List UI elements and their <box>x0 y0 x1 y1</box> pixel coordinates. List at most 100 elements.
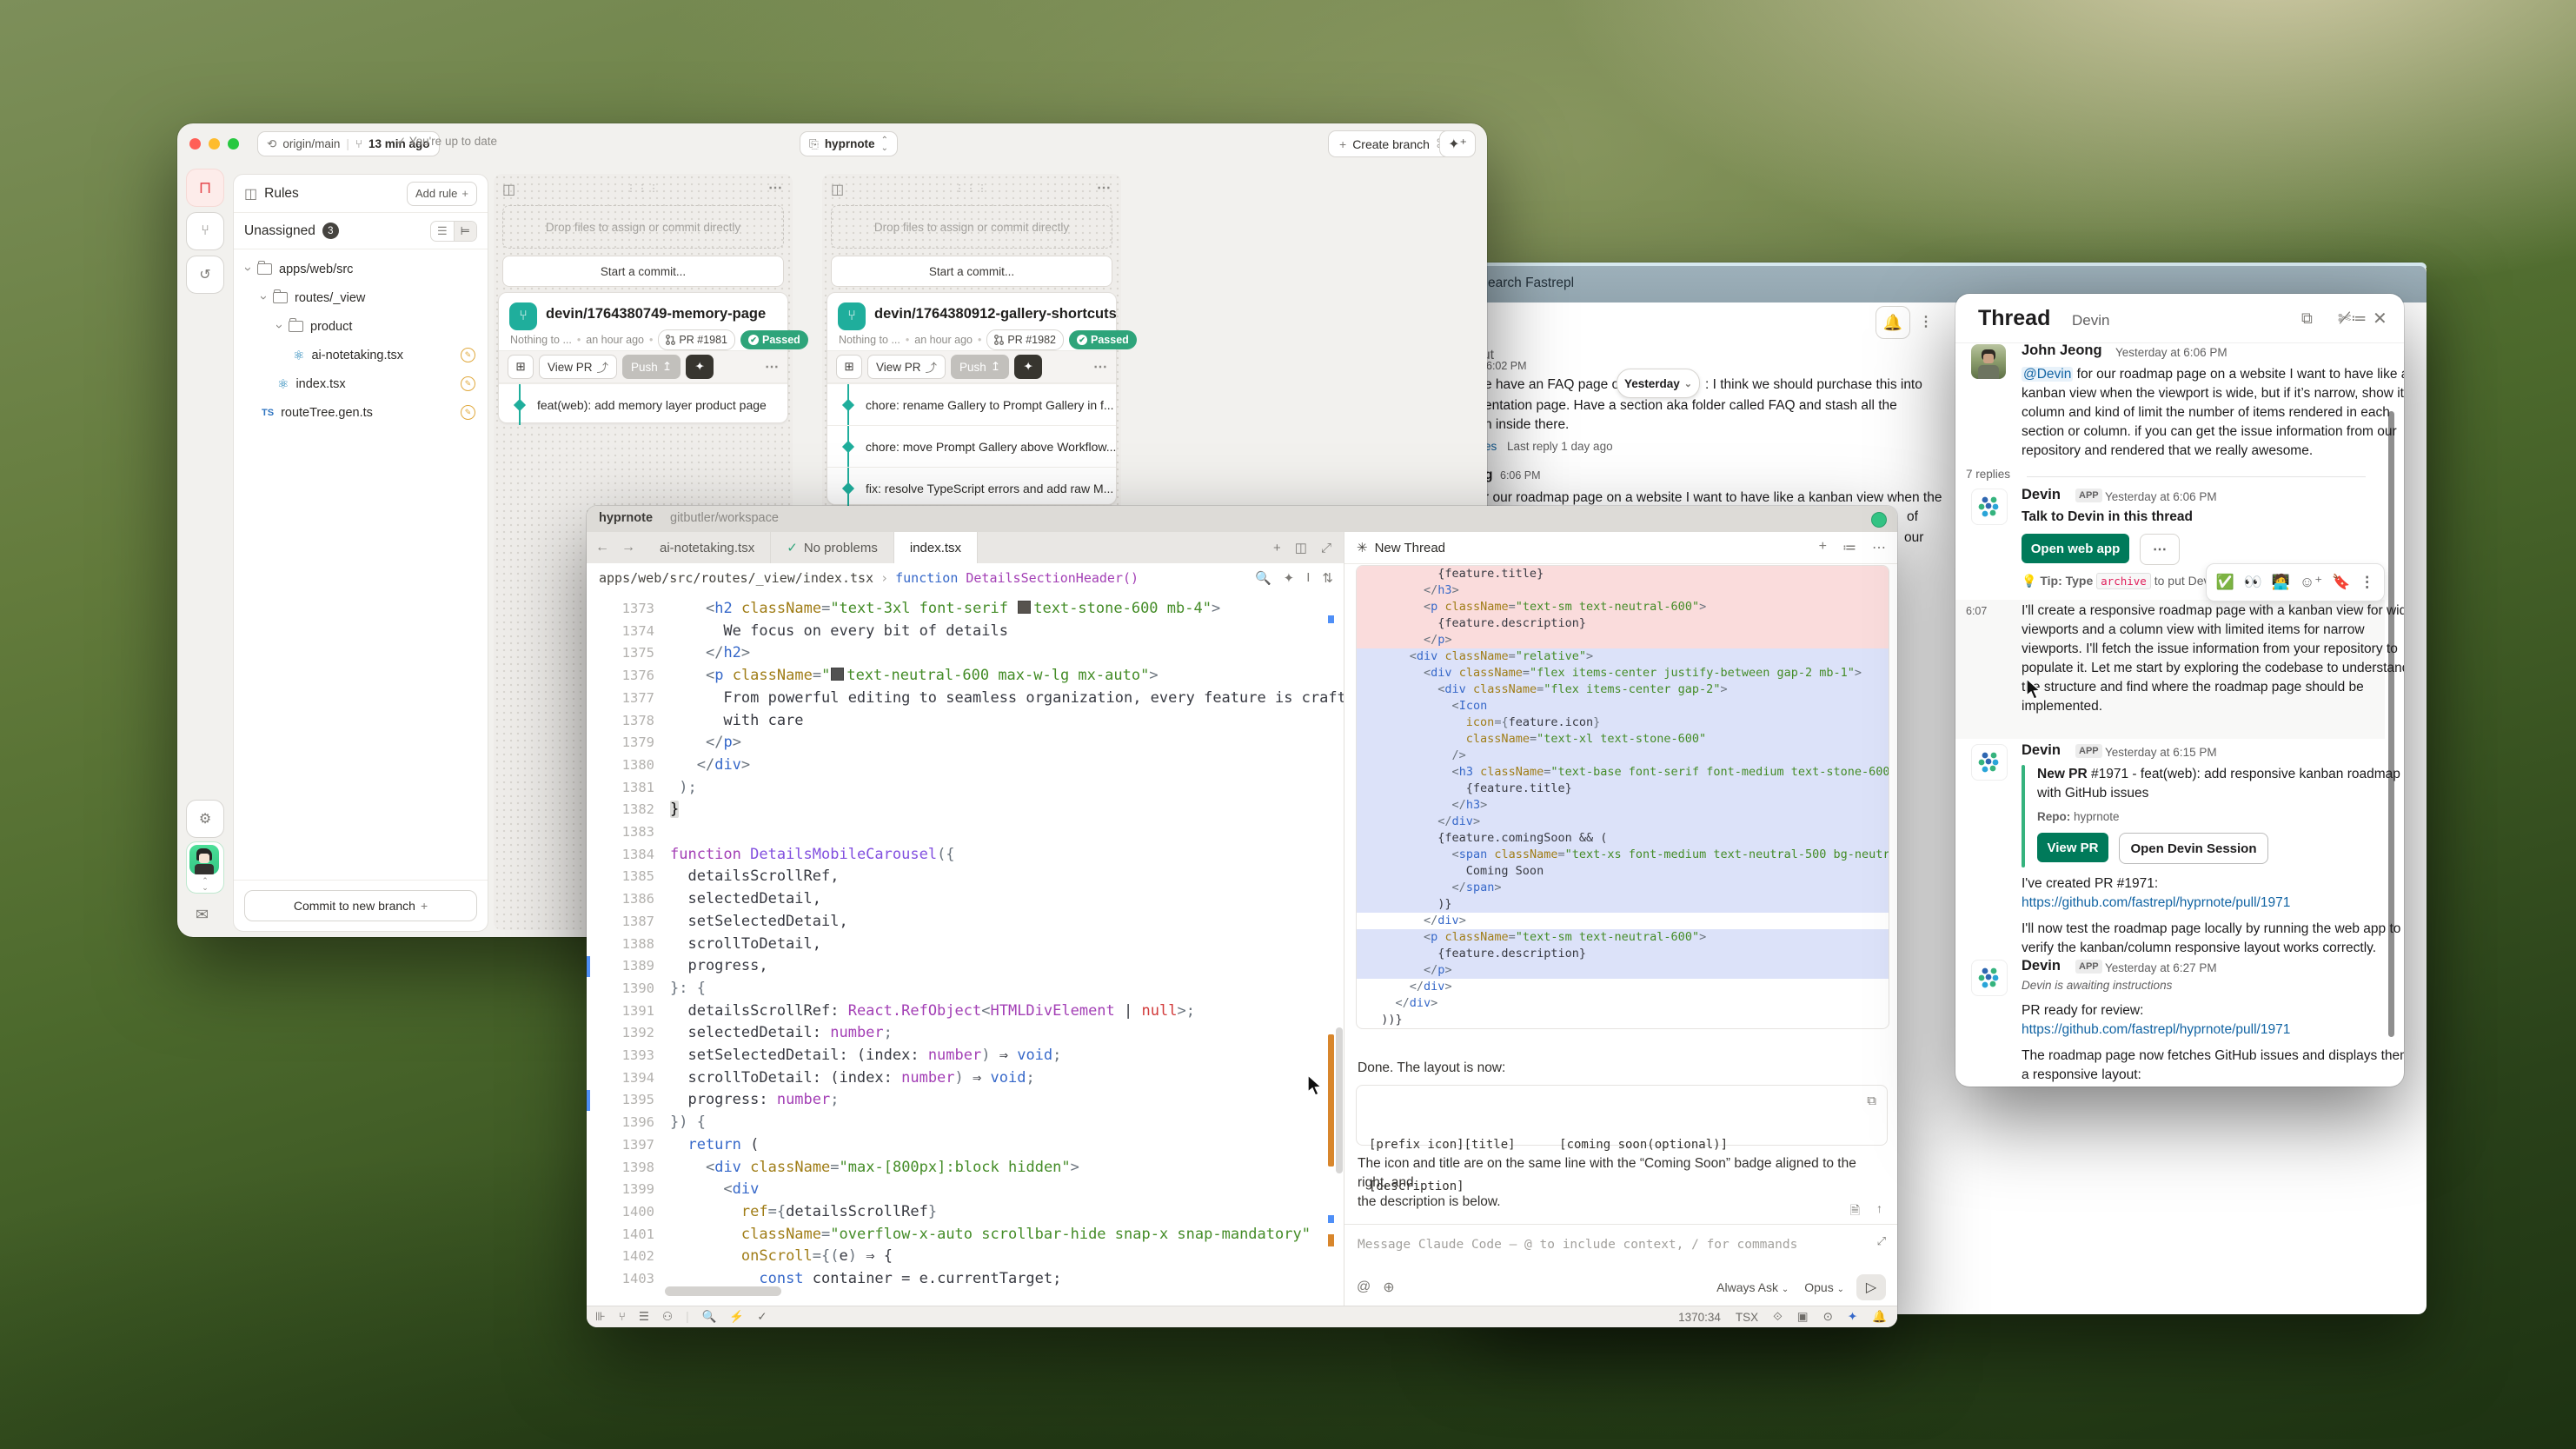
avatar-devin[interactable] <box>1971 960 2008 996</box>
ai-commit-button[interactable]: ✦ <box>686 355 714 379</box>
code-line[interactable]: 1401 className="overflow-x-auto scrollba… <box>587 1224 1344 1246</box>
pr-number-pill[interactable]: PR #1982 <box>986 329 1064 350</box>
commit-to-new-branch-button[interactable]: Commit to new branch+ <box>244 890 477 921</box>
code-line[interactable]: 1393 setSelectedDetail: (index: number) … <box>587 1045 1344 1067</box>
ai-actions-button[interactable]: ✦⁺ <box>1439 130 1476 157</box>
message-more-icon[interactable]: ⋮ <box>2360 574 2374 591</box>
reply-count[interactable]: 7 replies <box>1966 468 2010 481</box>
mention-link[interactable]: @Devin <box>2022 367 2073 382</box>
avatar[interactable] <box>1971 344 2006 379</box>
code-line[interactable]: 1396}) { <box>587 1112 1344 1134</box>
drop-zone[interactable]: Drop files to assign or commit directly <box>502 205 784 249</box>
code-line[interactable]: 1378 with care <box>587 710 1344 733</box>
close-icon[interactable]: ✕ <box>2373 308 2387 329</box>
code-line[interactable]: 1384function DetailsMobileCarousel({ <box>587 844 1344 867</box>
check-reaction-icon[interactable]: ✅ <box>2216 574 2234 591</box>
commit-row[interactable]: fix: resolve TypeScript errors and add r… <box>827 467 1116 508</box>
file-tree-item[interactable]: ⚛ai-notetaking.tsx✎ <box>234 341 488 369</box>
date-divider-pill[interactable]: Yesterday⌄ <box>1617 369 1700 398</box>
column-menu-icon[interactable]: ⋯ <box>1097 179 1111 196</box>
code-line[interactable]: 1373 <h2 className="text-3xl font-serif … <box>587 598 1344 621</box>
code-line[interactable]: 1400 ref={detailsScrollRef} <box>587 1201 1344 1224</box>
tabstrip-actions[interactable]: +◫⤢ <box>1261 532 1344 563</box>
tree-view-icon[interactable]: ⊨ <box>454 222 476 241</box>
branch-name[interactable]: devin/1764380749-memory-page <box>546 306 766 322</box>
code-line[interactable]: 1381 ); <box>587 777 1344 800</box>
feedback-mail-icon[interactable]: ✉ <box>196 906 209 924</box>
review-button[interactable]: ⊞ <box>836 355 862 379</box>
assistant-header-actions[interactable]: +≔⋯ <box>1819 539 1897 556</box>
message-author[interactable]: Devin <box>2022 742 2061 759</box>
view-pr-button[interactable]: View PR ⤴ <box>867 355 946 379</box>
thread-options-icon[interactable]: ✄̸≔ <box>2338 309 2367 328</box>
drag-handle-icon[interactable]: ⋮⋮⋮ <box>494 183 793 194</box>
project-switcher[interactable]: ⎘ hyprnote ⌃⌄ <box>800 131 898 156</box>
file-tree-item[interactable]: ›product <box>234 312 488 341</box>
cursor-position[interactable]: 1370:34 <box>1678 1311 1721 1324</box>
code-line[interactable]: 1392 selectedDetail: number; <box>587 1022 1344 1045</box>
view-pr-button[interactable]: View PR <box>2037 833 2108 862</box>
push-button[interactable]: Push ↥ <box>951 355 1009 379</box>
list-view-icon[interactable]: ☰ <box>431 222 454 241</box>
code-line[interactable]: 1402 onScroll={(e) ⇒ { <box>587 1246 1344 1268</box>
code-line[interactable]: 1390}: { <box>587 978 1344 1000</box>
code-line[interactable]: 1376 <p className="text-neutral-600 max-… <box>587 665 1344 688</box>
eyes-reaction-icon[interactable]: 👀 <box>2244 574 2262 591</box>
code-editor[interactable]: 1373 <h2 className="text-3xl font-serif … <box>587 593 1344 1288</box>
commit-row[interactable]: chore: rename Gallery to Prompt Gallery … <box>827 383 1116 425</box>
commit-row[interactable]: feat(web): add memory layer product page <box>499 383 787 425</box>
code-line[interactable]: 1391 detailsScrollRef: React.RefObject<H… <box>587 1000 1344 1023</box>
file-tree-item[interactable]: ⚛index.tsx✎ <box>234 369 488 398</box>
nav-arrows[interactable]: ←→ <box>587 532 644 563</box>
slack-more-icon[interactable]: ⋮ <box>1919 313 1933 330</box>
avatar-devin[interactable] <box>1971 744 2008 781</box>
push-button[interactable]: Push ↥ <box>622 355 681 379</box>
permission-mode-select[interactable]: Always Ask ⌄ <box>1716 1280 1789 1294</box>
markdown-file-icon[interactable]: 🗎 <box>1850 1201 1860 1222</box>
code-line[interactable]: 1398 <div className="max-[800px]:block h… <box>587 1157 1344 1180</box>
close-traffic-light[interactable] <box>189 138 201 150</box>
model-select[interactable]: Opus ⌄ <box>1804 1280 1844 1294</box>
status-right[interactable]: 1370:34 TSX ⟐▣⊙ ✦🔔 <box>1678 1310 1887 1324</box>
start-commit-button[interactable]: Start a commit... <box>831 256 1112 287</box>
pr-number-pill[interactable]: PR #1981 <box>658 329 735 350</box>
file-tree-item[interactable]: ›routes/_view <box>234 283 488 312</box>
expand-input-icon[interactable]: ⤢ <box>1877 1234 1886 1248</box>
tab-ai-notetaking[interactable]: ai-notetaking.tsx <box>644 532 771 563</box>
branch-menu-icon[interactable]: ⋯ <box>765 358 779 376</box>
code-line[interactable]: 1403 const container = e.currentTarget; <box>587 1268 1344 1288</box>
message-author[interactable]: Devin <box>2022 958 2061 974</box>
zoom-traffic-light[interactable] <box>228 138 239 150</box>
code-line[interactable]: 1386 selectedDetail, <box>587 888 1344 911</box>
ci-status-badge[interactable]: ✔Passed <box>1069 330 1137 349</box>
view-toggle[interactable]: ☰ ⊨ <box>430 221 477 242</box>
message-author[interactable]: John Jeong <box>2022 342 2102 359</box>
review-button[interactable]: ⊞ <box>508 355 534 379</box>
ai-commit-button[interactable]: ✦ <box>1014 355 1042 379</box>
open-devin-session-button[interactable]: Open Devin Session <box>2119 833 2268 864</box>
status-left-icons[interactable]: ⊪⑂☰⚇ |🔍⚡✓ <box>595 1310 767 1324</box>
vertical-scrollbar[interactable] <box>1336 1027 1343 1173</box>
pr-link[interactable]: https://github.com/fastrepl/hyprnote/pul… <box>2022 894 2290 913</box>
code-line[interactable]: 1375 </h2> <box>587 642 1344 665</box>
branch-menu-icon[interactable]: ⋯ <box>1093 358 1107 376</box>
pr-link[interactable]: https://github.com/fastrepl/hyprnote/pul… <box>2022 1020 2290 1040</box>
send-button[interactable]: ▷ <box>1856 1274 1886 1300</box>
drop-zone[interactable]: Drop files to assign or commit directly <box>831 205 1112 249</box>
code-line[interactable]: 1397 return ( <box>587 1134 1344 1157</box>
message-input[interactable]: Message Claude Code — @ to include conte… <box>1358 1238 1863 1252</box>
code-line[interactable]: 1380 </div> <box>587 754 1344 777</box>
ci-status-badge[interactable]: ✔Passed <box>740 330 808 349</box>
bookmark-icon[interactable]: 🔖 <box>2332 574 2350 591</box>
code-line[interactable]: 1385 detailsScrollRef, <box>587 866 1344 888</box>
drag-handle-icon[interactable]: ⋮⋮⋮ <box>822 183 1121 194</box>
message-author[interactable]: Devin <box>2022 487 2061 503</box>
code-line[interactable]: 1374 We focus on every bit of details <box>587 621 1344 643</box>
start-commit-button[interactable]: Start a commit... <box>502 256 784 287</box>
code-line[interactable]: 1395 progress: number; <box>587 1089 1344 1112</box>
view-pr-button[interactable]: View PR ⤴ <box>539 355 617 379</box>
language-mode[interactable]: TSX <box>1736 1311 1758 1324</box>
open-in-window-icon[interactable]: ⧉ <box>2301 309 2313 328</box>
branch-card[interactable]: ⑂devin/1764380749-memory-pageNothing to … <box>498 292 788 423</box>
scroll-up-icon[interactable]: ↑ <box>1876 1201 1882 1215</box>
